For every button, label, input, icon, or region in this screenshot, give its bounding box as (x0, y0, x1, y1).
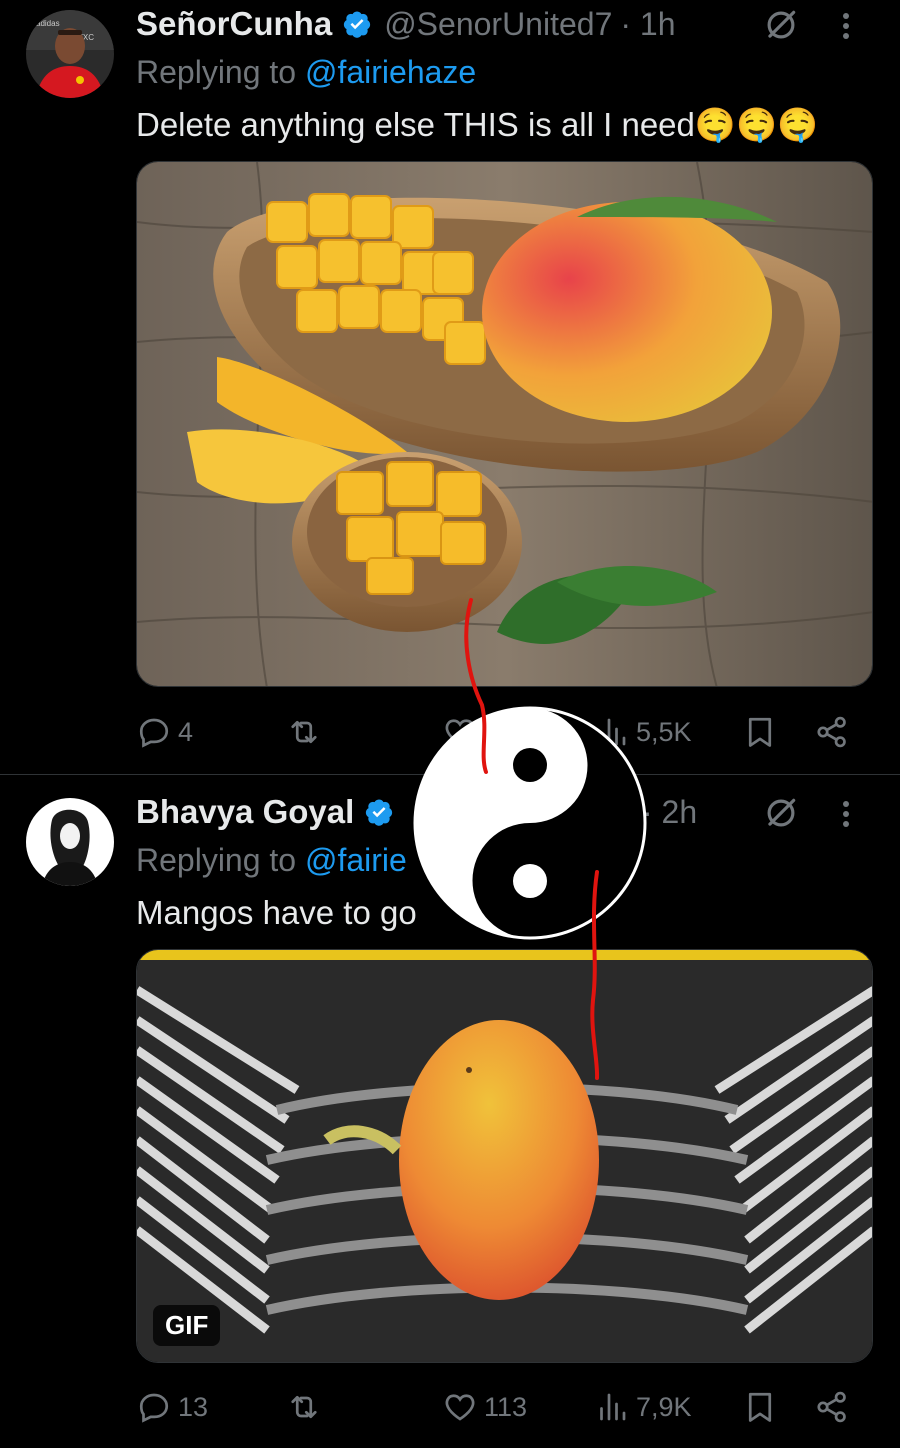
bookmark-button[interactable] (742, 1383, 778, 1431)
like-button[interactable]: 113 (442, 1383, 527, 1431)
avatar[interactable]: adidas TXC (26, 10, 114, 98)
reply-icon (136, 714, 172, 750)
replying-to: Replying to @fairie (136, 842, 407, 879)
views-count: 7,9K (636, 1391, 692, 1422)
author-handle[interactable]: @SenorUnited7 (384, 6, 612, 43)
tweet-time[interactable]: · 1h (620, 6, 675, 43)
heart-icon (442, 714, 478, 750)
reply-count: 4 (178, 716, 194, 747)
tweet-image[interactable] (136, 161, 873, 687)
bookmark-button[interactable] (742, 708, 778, 756)
mention-link[interactable]: @fairie (305, 842, 407, 878)
replying-to: Replying to @fairiehaze (136, 54, 476, 91)
more-icon[interactable] (842, 800, 850, 828)
views-icon (594, 714, 630, 750)
share-icon (814, 1389, 850, 1425)
grok-icon[interactable] (762, 794, 800, 832)
retweet-icon (286, 1389, 322, 1425)
reply-count: 13 (178, 1391, 209, 1422)
views-button[interactable]: 5,5K (594, 708, 692, 756)
tweet-text: Mangos have to go (136, 894, 417, 931)
avatar[interactable] (26, 798, 114, 886)
share-button[interactable] (814, 1383, 850, 1431)
tweet-time[interactable]: · 2h (642, 794, 697, 831)
views-count: 5,5K (636, 716, 692, 747)
mention-link[interactable]: @fairiehaze (305, 54, 476, 90)
action-bar: 4 5,5K (136, 708, 860, 756)
retweet-button[interactable] (286, 1383, 328, 1431)
retweet-button[interactable] (286, 708, 328, 756)
heart-icon (442, 1389, 478, 1425)
svg-text:adidas: adidas (36, 19, 60, 28)
more-icon[interactable] (842, 12, 850, 40)
replying-prefix: Replying to (136, 842, 305, 878)
tweet[interactable]: Bhavya Goyal · 2h Replying to @fairie Ma… (0, 776, 900, 1448)
reply-icon (136, 1389, 172, 1425)
gif-badge: GIF (153, 1305, 221, 1346)
share-icon (814, 714, 850, 750)
verified-badge-icon (342, 9, 372, 39)
action-bar: 13 113 7,9K (136, 1383, 860, 1431)
tweet-header: SeñorCunha @SenorUnited7 · 1h (136, 2, 880, 46)
reply-button[interactable]: 4 (136, 708, 193, 756)
views-button[interactable]: 7,9K (594, 1383, 692, 1431)
tweet-gif[interactable]: GIF (136, 949, 873, 1363)
like-count: 113 (484, 1391, 528, 1422)
views-icon (594, 1389, 630, 1425)
tweet[interactable]: adidas TXC SeñorCunha @SenorUnited7 · 1h… (0, 0, 900, 775)
reply-button[interactable]: 13 (136, 1383, 208, 1431)
bookmark-icon (742, 1389, 778, 1425)
author-name[interactable]: Bhavya Goyal (136, 793, 354, 831)
bookmark-icon (742, 714, 778, 750)
tweet-text: Delete anything else THIS is all I need🤤… (136, 106, 819, 143)
author-name[interactable]: SeñorCunha (136, 5, 332, 43)
grok-icon[interactable] (762, 6, 800, 44)
retweet-icon (286, 714, 322, 750)
share-button[interactable] (814, 708, 850, 756)
verified-badge-icon (364, 797, 394, 827)
like-button[interactable] (442, 708, 484, 756)
replying-prefix: Replying to (136, 54, 305, 90)
tweet-header: Bhavya Goyal · 2h (136, 790, 880, 834)
